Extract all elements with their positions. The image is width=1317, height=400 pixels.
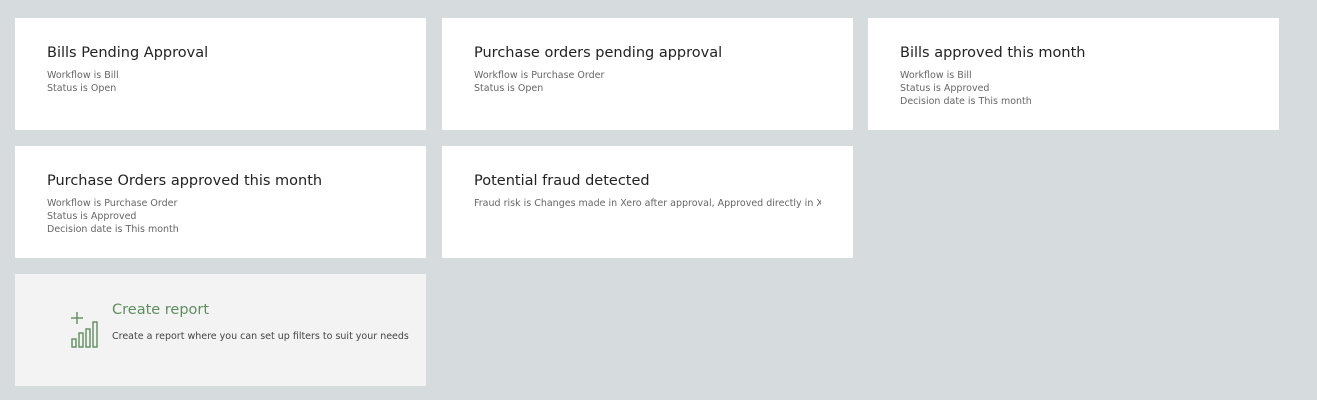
create-report-card[interactable]: Create report Create a report where you … — [15, 274, 426, 386]
report-filter: Status is Approved — [47, 211, 137, 222]
report-title: Bills Pending Approval — [47, 45, 209, 61]
report-title: Purchase orders pending approval — [474, 45, 723, 61]
report-card-purchase-orders-pending-approval[interactable]: Purchase orders pending approval Workflo… — [442, 18, 853, 130]
report-title: Bills approved this month — [900, 45, 1086, 61]
report-filter: Status is Approved — [900, 83, 990, 94]
report-filter: Workflow is Purchase Order — [474, 70, 605, 81]
report-filter: Workflow is Bill — [900, 70, 972, 81]
report-filter: Workflow is Purchase Order — [47, 198, 178, 209]
report-filter: Status is Open — [474, 83, 544, 94]
report-filter: Decision date is This month — [47, 224, 179, 235]
report-filter: Workflow is Bill — [47, 70, 119, 81]
report-card-bills-pending-approval[interactable]: Bills Pending Approval Workflow is Bill … — [15, 18, 426, 130]
bar-chart-plus-icon — [71, 312, 98, 348]
create-report-title: Create report — [112, 302, 210, 318]
report-filter: Fraud risk is Changes made in Xero after… — [474, 198, 821, 209]
report-title: Potential fraud detected — [474, 173, 650, 189]
create-report-description: Create a report where you can set up fil… — [112, 331, 409, 342]
report-filter: Decision date is This month — [900, 96, 1032, 107]
report-filter: Status is Open — [47, 83, 117, 94]
report-title: Purchase Orders approved this month — [47, 173, 323, 189]
report-card-potential-fraud-detected[interactable]: Potential fraud detected Fraud risk is C… — [442, 146, 853, 258]
report-card-bills-approved-this-month[interactable]: Bills approved this month Workflow is Bi… — [868, 18, 1279, 130]
report-card-purchase-orders-approved-this-month[interactable]: Purchase Orders approved this month Work… — [15, 146, 426, 258]
